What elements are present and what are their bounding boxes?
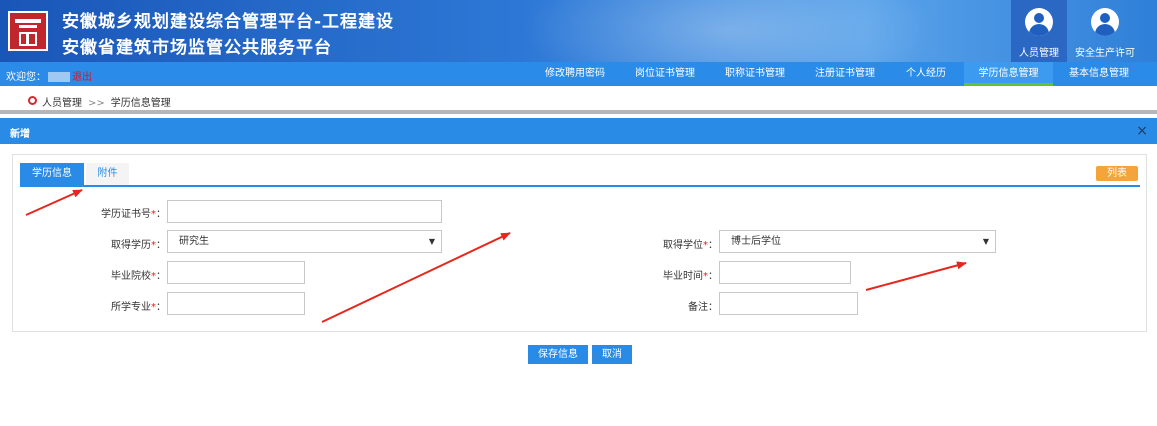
save-button[interactable]: 保存信息 bbox=[528, 345, 588, 364]
close-icon[interactable]: × bbox=[1136, 123, 1148, 139]
breadcrumb: 人员管理 >> 学历信息管理 bbox=[0, 86, 1157, 114]
nav-item-education-management[interactable]: 学历信息管理 bbox=[964, 62, 1053, 86]
platform-title-line2: 安徽省建筑市场监管公共服务平台 bbox=[62, 38, 332, 58]
nav-item-post-certificate[interactable]: 岗位证书管理 bbox=[625, 62, 705, 86]
education-label: 取得学历*： bbox=[111, 240, 166, 251]
user-icon bbox=[1025, 8, 1053, 36]
dialog-header: 新增 × bbox=[0, 118, 1157, 144]
tab-attachment[interactable]: 附件 bbox=[86, 163, 129, 185]
top-button-label: 人员管理 bbox=[1019, 48, 1059, 59]
tab-underline bbox=[20, 185, 1140, 187]
top-button-personnel[interactable]: 人员管理 bbox=[1011, 0, 1067, 62]
major-input[interactable] bbox=[167, 292, 305, 315]
breadcrumb-separator: >> bbox=[88, 98, 105, 109]
school-label: 毕业院校*： bbox=[111, 271, 166, 282]
user-icon bbox=[1091, 8, 1119, 36]
header-glow bbox=[520, 0, 940, 62]
nav-item-personal-experience[interactable]: 个人经历 bbox=[893, 62, 959, 86]
cert-no-label: 学历证书号*： bbox=[101, 209, 166, 220]
nav-item-registration-certificate[interactable]: 注册证书管理 bbox=[805, 62, 885, 86]
app-header: 安徽城乡规划建设综合管理平台-工程建设 安徽省建筑市场监管公共服务平台 人员管理… bbox=[0, 0, 1157, 62]
tab-education-info[interactable]: 学历信息 bbox=[20, 163, 84, 185]
location-icon bbox=[28, 96, 37, 105]
top-button-label: 安全生产许可 bbox=[1075, 48, 1135, 59]
major-label: 所学专业*： bbox=[111, 302, 166, 313]
logout-link[interactable]: 退出 bbox=[72, 72, 92, 83]
platform-title-line1: 安徽城乡规划建设综合管理平台-工程建设 bbox=[62, 12, 395, 32]
breadcrumb-current: 学历信息管理 bbox=[110, 98, 171, 109]
cert-no-input[interactable] bbox=[167, 200, 442, 223]
cancel-button[interactable]: 取消 bbox=[592, 345, 632, 364]
dialog-title: 新增 bbox=[10, 129, 30, 140]
remark-label: 备注： bbox=[688, 302, 718, 313]
nav-item-change-password[interactable]: 修改聘用密码 bbox=[535, 62, 615, 86]
username-redacted bbox=[48, 72, 70, 82]
degree-label: 取得学位*： bbox=[663, 240, 718, 251]
nav-item-basic-info[interactable]: 基本信息管理 bbox=[1058, 62, 1140, 86]
welcome-text: 欢迎您： 退出 bbox=[6, 72, 92, 83]
grad-time-input[interactable] bbox=[719, 261, 851, 284]
breadcrumb-home[interactable]: 人员管理 bbox=[42, 98, 82, 109]
top-nav: 欢迎您： 退出 修改聘用密码 岗位证书管理 职称证书管理 注册证书管理 个人经历 … bbox=[0, 62, 1157, 86]
top-button-safety-license[interactable]: 安全生产许可 bbox=[1068, 0, 1142, 62]
degree-select[interactable]: 博士后学位 ▼ bbox=[719, 230, 996, 253]
dropdown-arrow-icon: ▼ bbox=[428, 237, 435, 246]
dropdown-arrow-icon: ▼ bbox=[982, 237, 989, 246]
grad-time-label: 毕业时间*： bbox=[663, 271, 718, 282]
platform-logo bbox=[8, 11, 48, 51]
list-button[interactable]: 列表 bbox=[1096, 166, 1138, 181]
remark-input[interactable] bbox=[719, 292, 858, 315]
school-input[interactable] bbox=[167, 261, 305, 284]
nav-item-title-certificate[interactable]: 职称证书管理 bbox=[715, 62, 795, 86]
education-select[interactable]: 研究生 ▼ bbox=[167, 230, 442, 253]
